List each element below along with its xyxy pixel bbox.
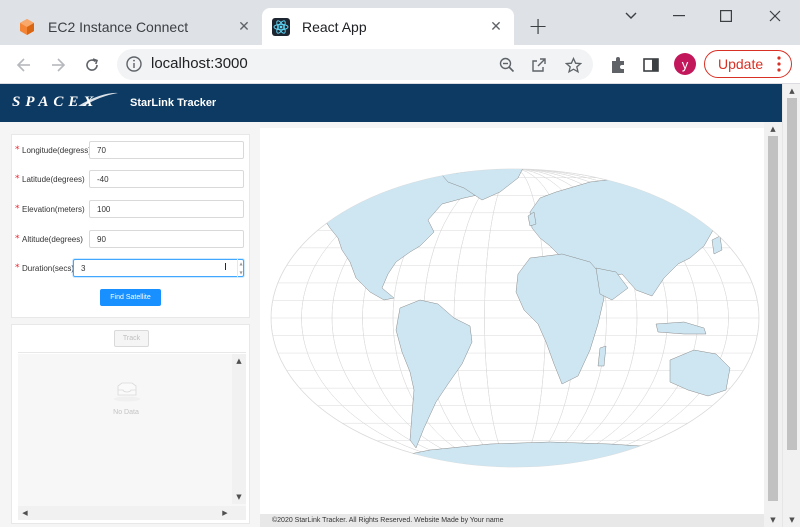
page-viewport: SPACEX StarLink Tracker * Longitude(degr… [0, 84, 800, 527]
more-menu-icon[interactable] [777, 55, 781, 73]
world-map-container[interactable] [260, 128, 764, 514]
required-marker: * [15, 263, 20, 273]
elevation-input[interactable] [89, 200, 244, 218]
scroll-down-arrow-icon[interactable]: ▼ [785, 513, 799, 527]
app-title: StarLink Tracker [130, 97, 217, 109]
profile-avatar[interactable]: y [674, 53, 696, 75]
zoom-icon[interactable] [497, 55, 517, 75]
duration-row: * Duration(secs) I ▲ ▼ [12, 259, 251, 277]
browser-scrollbar[interactable]: ▲ ▼ [782, 84, 800, 527]
scroll-down-arrow-icon[interactable]: ▼ [232, 490, 246, 504]
elevation-label: Elevation(meters) [22, 204, 85, 214]
new-tab-button[interactable]: + [526, 12, 550, 40]
longitude-row: * Longitude(degress) [12, 141, 251, 159]
satellite-list[interactable]: No Data ▲ ▼ ◀ ▶ [18, 354, 246, 520]
address-bar[interactable]: localhost:3000 [117, 49, 593, 80]
stepper-down-icon[interactable]: ▼ [239, 270, 242, 275]
divider [18, 352, 246, 353]
scroll-up-arrow-icon[interactable]: ▲ [785, 84, 799, 98]
tab-strip: EC2 Instance Connect ✕ React App ✕ + [0, 0, 800, 45]
forward-arrow-icon[interactable] [44, 51, 72, 79]
find-satellite-button[interactable]: Find Satellite [100, 289, 161, 306]
scroll-up-arrow-icon[interactable]: ▲ [766, 122, 780, 136]
empty-text: No Data [113, 409, 139, 416]
close-tab-icon[interactable]: ✕ [236, 18, 252, 35]
update-label: Update [718, 56, 764, 72]
altitude-input[interactable] [89, 230, 244, 248]
scrollbar-thumb[interactable] [787, 98, 797, 450]
share-icon[interactable] [529, 55, 549, 75]
longitude-label: Longitude(degress) [22, 145, 91, 155]
required-marker: * [15, 204, 20, 214]
duration-input[interactable] [73, 259, 244, 277]
altitude-row: * Altitude(degrees) [12, 230, 251, 248]
latitude-input[interactable] [89, 170, 244, 188]
duration-stepper[interactable]: ▲ ▼ [237, 259, 244, 277]
scrollbar-thumb[interactable] [768, 136, 778, 501]
app-content: * Longitude(degress) * Latitude(degrees)… [0, 122, 764, 527]
required-marker: * [15, 174, 20, 184]
scroll-left-arrow-icon[interactable]: ◀ [18, 506, 32, 520]
app-header: SPACEX StarLink Tracker [0, 84, 782, 122]
page-content-scrollbar[interactable]: ▲ ▼ [764, 122, 782, 527]
longitude-input[interactable] [89, 141, 244, 159]
url-text: localhost:3000 [151, 55, 248, 72]
world-map[interactable] [260, 128, 764, 514]
satellite-list-panel: Track No Data ▲ ▼ ◀ ▶ [11, 324, 250, 524]
bookmark-star-icon[interactable] [563, 55, 583, 75]
list-horizontal-scrollbar[interactable]: ◀ ▶ [18, 506, 246, 520]
extensions-puzzle-icon[interactable] [608, 55, 628, 75]
browser-toolbar: localhost:3000 y Update [0, 45, 800, 84]
stepper-up-icon[interactable]: ▲ [239, 261, 242, 266]
reload-icon[interactable] [78, 51, 106, 79]
text-cursor-icon: I [224, 262, 227, 273]
scroll-down-arrow-icon[interactable]: ▼ [766, 513, 780, 527]
side-panel-icon[interactable] [641, 55, 661, 75]
aws-ec2-icon [20, 18, 34, 35]
latitude-row: * Latitude(degrees) [12, 170, 251, 188]
satellite-setting-form: * Longitude(degress) * Latitude(degrees)… [11, 134, 250, 318]
scroll-right-arrow-icon[interactable]: ▶ [218, 506, 232, 520]
track-button[interactable]: Track [114, 330, 149, 347]
tab-search-chevron-icon[interactable] [608, 0, 654, 32]
list-vertical-scrollbar[interactable]: ▲ ▼ [232, 354, 246, 504]
tab-ec2-instance-connect[interactable]: EC2 Instance Connect ✕ [8, 8, 262, 45]
close-window-icon[interactable] [752, 0, 798, 32]
site-info-icon[interactable] [125, 55, 143, 73]
scroll-up-arrow-icon[interactable]: ▲ [232, 354, 246, 368]
required-marker: * [15, 234, 20, 244]
react-icon [272, 17, 290, 36]
page-footer: ©2020 StarLink Tracker. All Rights Reser… [260, 514, 764, 527]
elevation-row: * Elevation(meters) [12, 200, 251, 218]
update-button[interactable]: Update [704, 50, 792, 78]
maximize-icon[interactable] [703, 0, 749, 32]
tab-title: EC2 Instance Connect [48, 18, 189, 35]
minimize-icon[interactable] [656, 0, 702, 32]
latitude-label: Latitude(degrees) [22, 174, 85, 184]
empty-inbox-icon [114, 382, 140, 402]
altitude-label: Altitude(degrees) [22, 234, 83, 244]
duration-label: Duration(secs) [22, 263, 75, 273]
back-arrow-icon[interactable] [10, 51, 38, 79]
spacex-logo: SPACEX [12, 94, 99, 110]
land-new-zealand [737, 397, 749, 415]
required-marker: * [15, 145, 20, 155]
close-tab-icon[interactable]: ✕ [488, 18, 504, 35]
tab-react-app[interactable]: React App ✕ [262, 8, 514, 45]
tab-title: React App [302, 18, 367, 35]
